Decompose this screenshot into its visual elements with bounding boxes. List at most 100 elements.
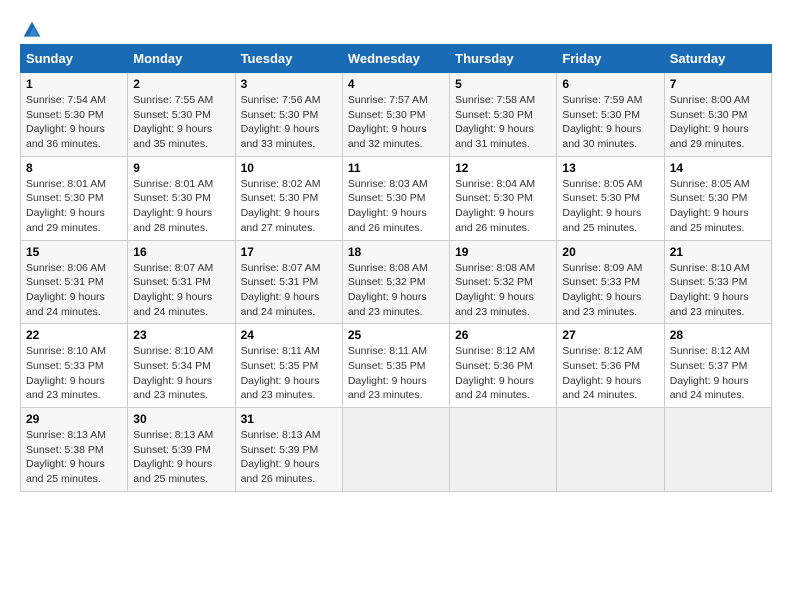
calendar-week-row: 1 Sunrise: 7:54 AMSunset: 5:30 PMDaylight… — [21, 73, 772, 157]
day-info: Sunrise: 8:04 AMSunset: 5:30 PMDaylight:… — [455, 177, 551, 236]
day-number: 9 — [133, 161, 229, 175]
calendar-cell: 15 Sunrise: 8:06 AMSunset: 5:31 PMDayligh… — [21, 240, 128, 324]
calendar-cell: 25 Sunrise: 8:11 AMSunset: 5:35 PMDayligh… — [342, 324, 449, 408]
day-number: 27 — [562, 328, 658, 342]
day-info: Sunrise: 8:08 AMSunset: 5:32 PMDaylight:… — [455, 261, 551, 320]
calendar-cell — [450, 408, 557, 492]
calendar-cell: 11Sunrise: 8:03 AMSunset: 5:30 PMDayligh… — [342, 156, 449, 240]
day-info: Sunrise: 8:11 AMSunset: 5:35 PMDaylight:… — [348, 344, 444, 403]
day-number: 31 — [241, 412, 337, 426]
calendar-cell: 23 Sunrise: 8:10 AMSunset: 5:34 PMDayligh… — [128, 324, 235, 408]
day-info: Sunrise: 8:13 AMSunset: 5:39 PMDaylight:… — [133, 428, 229, 487]
day-number: 6 — [562, 77, 658, 91]
day-of-week-saturday: Saturday — [664, 45, 771, 73]
logo-icon — [22, 20, 42, 40]
day-info: Sunrise: 8:08 AMSunset: 5:32 PMDaylight:… — [348, 261, 444, 320]
calendar-cell — [342, 408, 449, 492]
day-number: 17 — [241, 245, 337, 259]
calendar-cell: 24 Sunrise: 8:11 AMSunset: 5:35 PMDayligh… — [235, 324, 342, 408]
day-info: Sunrise: 8:05 AMSunset: 5:30 PMDaylight:… — [670, 177, 766, 236]
calendar-cell: 28 Sunrise: 8:12 AMSunset: 5:37 PMDayligh… — [664, 324, 771, 408]
day-info: Sunrise: 7:54 AMSunset: 5:30 PMDaylight:… — [26, 93, 122, 152]
day-info: Sunrise: 7:59 AMSunset: 5:30 PMDaylight:… — [562, 93, 658, 152]
day-number: 4 — [348, 77, 444, 91]
day-of-week-friday: Friday — [557, 45, 664, 73]
calendar-cell: 20 Sunrise: 8:09 AMSunset: 5:33 PMDayligh… — [557, 240, 664, 324]
calendar-cell: 31 Sunrise: 8:13 AMSunset: 5:39 PMDayligh… — [235, 408, 342, 492]
day-info: Sunrise: 8:02 AMSunset: 5:30 PMDaylight:… — [241, 177, 337, 236]
calendar-cell: 19 Sunrise: 8:08 AMSunset: 5:32 PMDayligh… — [450, 240, 557, 324]
calendar-cell: 21Sunrise: 8:10 AMSunset: 5:33 PMDayligh… — [664, 240, 771, 324]
day-info: Sunrise: 8:10 AMSunset: 5:34 PMDaylight:… — [133, 344, 229, 403]
calendar-cell: 29 Sunrise: 8:13 AMSunset: 5:38 PMDayligh… — [21, 408, 128, 492]
calendar-cell: 10 Sunrise: 8:02 AMSunset: 5:30 PMDayligh… — [235, 156, 342, 240]
day-number: 3 — [241, 77, 337, 91]
day-info: Sunrise: 8:03 AMSunset: 5:30 PMDaylight:… — [348, 177, 444, 236]
calendar-header-row: SundayMondayTuesdayWednesdayThursdayFrid… — [21, 45, 772, 73]
day-number: 14 — [670, 161, 766, 175]
day-number: 10 — [241, 161, 337, 175]
day-info: Sunrise: 8:01 AMSunset: 5:30 PMDaylight:… — [133, 177, 229, 236]
day-number: 25 — [348, 328, 444, 342]
calendar-cell: 8 Sunrise: 8:01 AMSunset: 5:30 PMDaylight… — [21, 156, 128, 240]
calendar-cell: 14 Sunrise: 8:05 AMSunset: 5:30 PMDayligh… — [664, 156, 771, 240]
day-number: 28 — [670, 328, 766, 342]
day-number: 2 — [133, 77, 229, 91]
day-info: Sunrise: 8:10 AMSunset: 5:33 PMDaylight:… — [26, 344, 122, 403]
calendar-cell: 30 Sunrise: 8:13 AMSunset: 5:39 PMDayligh… — [128, 408, 235, 492]
calendar-cell: 4 Sunrise: 7:57 AMSunset: 5:30 PMDaylight… — [342, 73, 449, 157]
day-number: 24 — [241, 328, 337, 342]
day-info: Sunrise: 8:12 AMSunset: 5:36 PMDaylight:… — [455, 344, 551, 403]
day-info: Sunrise: 8:12 AMSunset: 5:36 PMDaylight:… — [562, 344, 658, 403]
day-number: 22 — [26, 328, 122, 342]
day-of-week-thursday: Thursday — [450, 45, 557, 73]
day-number: 20 — [562, 245, 658, 259]
calendar-week-row: 15 Sunrise: 8:06 AMSunset: 5:31 PMDayligh… — [21, 240, 772, 324]
calendar-cell: 6 Sunrise: 7:59 AMSunset: 5:30 PMDaylight… — [557, 73, 664, 157]
calendar-cell: 5 Sunrise: 7:58 AMSunset: 5:30 PMDaylight… — [450, 73, 557, 157]
day-info: Sunrise: 8:13 AMSunset: 5:38 PMDaylight:… — [26, 428, 122, 487]
calendar-cell: 3 Sunrise: 7:56 AMSunset: 5:30 PMDaylight… — [235, 73, 342, 157]
calendar-table: SundayMondayTuesdayWednesdayThursdayFrid… — [20, 44, 772, 492]
calendar-cell: 9 Sunrise: 8:01 AMSunset: 5:30 PMDaylight… — [128, 156, 235, 240]
day-info: Sunrise: 8:05 AMSunset: 5:30 PMDaylight:… — [562, 177, 658, 236]
calendar-week-row: 8 Sunrise: 8:01 AMSunset: 5:30 PMDaylight… — [21, 156, 772, 240]
logo — [20, 20, 42, 34]
day-info: Sunrise: 8:01 AMSunset: 5:30 PMDaylight:… — [26, 177, 122, 236]
calendar-cell — [557, 408, 664, 492]
day-info: Sunrise: 8:11 AMSunset: 5:35 PMDaylight:… — [241, 344, 337, 403]
day-info: Sunrise: 8:09 AMSunset: 5:33 PMDaylight:… — [562, 261, 658, 320]
day-number: 18 — [348, 245, 444, 259]
day-of-week-tuesday: Tuesday — [235, 45, 342, 73]
day-number: 30 — [133, 412, 229, 426]
calendar-cell: 1 Sunrise: 7:54 AMSunset: 5:30 PMDaylight… — [21, 73, 128, 157]
day-number: 8 — [26, 161, 122, 175]
day-number: 26 — [455, 328, 551, 342]
day-info: Sunrise: 8:13 AMSunset: 5:39 PMDaylight:… — [241, 428, 337, 487]
day-info: Sunrise: 8:06 AMSunset: 5:31 PMDaylight:… — [26, 261, 122, 320]
day-number: 29 — [26, 412, 122, 426]
day-of-week-wednesday: Wednesday — [342, 45, 449, 73]
day-info: Sunrise: 7:57 AMSunset: 5:30 PMDaylight:… — [348, 93, 444, 152]
calendar-cell: 13Sunrise: 8:05 AMSunset: 5:30 PMDayligh… — [557, 156, 664, 240]
day-info: Sunrise: 8:00 AMSunset: 5:30 PMDaylight:… — [670, 93, 766, 152]
day-of-week-monday: Monday — [128, 45, 235, 73]
calendar-cell: 16Sunrise: 8:07 AMSunset: 5:31 PMDayligh… — [128, 240, 235, 324]
day-number: 15 — [26, 245, 122, 259]
day-info: Sunrise: 8:12 AMSunset: 5:37 PMDaylight:… — [670, 344, 766, 403]
day-number: 19 — [455, 245, 551, 259]
day-number: 1 — [26, 77, 122, 91]
day-info: Sunrise: 7:56 AMSunset: 5:30 PMDaylight:… — [241, 93, 337, 152]
day-info: Sunrise: 7:58 AMSunset: 5:30 PMDaylight:… — [455, 93, 551, 152]
day-number: 23 — [133, 328, 229, 342]
day-info: Sunrise: 8:07 AMSunset: 5:31 PMDaylight:… — [241, 261, 337, 320]
calendar-cell: 27 Sunrise: 8:12 AMSunset: 5:36 PMDayligh… — [557, 324, 664, 408]
day-info: Sunrise: 7:55 AMSunset: 5:30 PMDaylight:… — [133, 93, 229, 152]
day-number: 5 — [455, 77, 551, 91]
header — [20, 20, 772, 34]
day-number: 12 — [455, 161, 551, 175]
calendar-cell: 12 Sunrise: 8:04 AMSunset: 5:30 PMDayligh… — [450, 156, 557, 240]
calendar-cell: 18 Sunrise: 8:08 AMSunset: 5:32 PMDayligh… — [342, 240, 449, 324]
calendar-week-row: 29 Sunrise: 8:13 AMSunset: 5:38 PMDayligh… — [21, 408, 772, 492]
day-info: Sunrise: 8:07 AMSunset: 5:31 PMDaylight:… — [133, 261, 229, 320]
